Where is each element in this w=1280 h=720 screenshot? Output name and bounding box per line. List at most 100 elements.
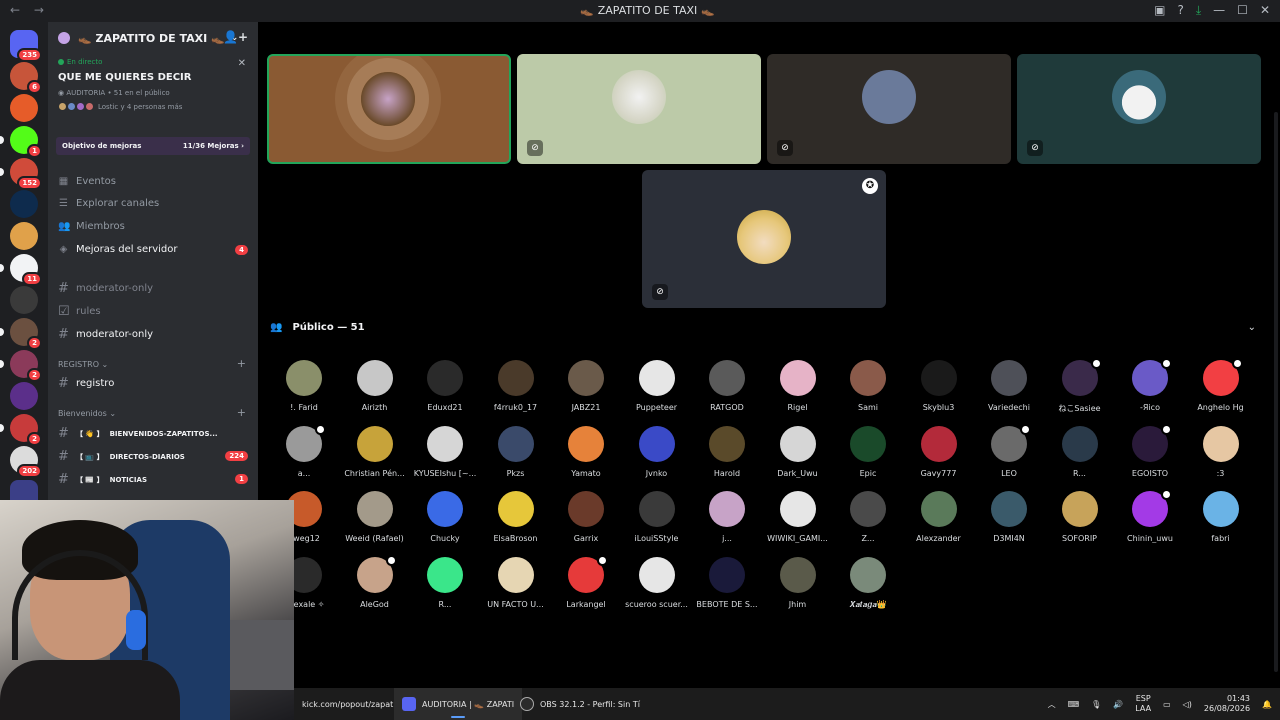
audience-member[interactable]: Yamato bbox=[550, 425, 622, 478]
audience-member[interactable]: SOFORIP bbox=[1044, 491, 1116, 543]
speaker-tile[interactable]: ⊘ bbox=[767, 54, 1011, 164]
server-icon-kick[interactable]: 1 bbox=[10, 126, 42, 158]
speaker-tile[interactable] bbox=[267, 54, 511, 164]
clock[interactable]: 01:43 26/08/2026 bbox=[1204, 694, 1250, 714]
server-icon-server-11[interactable]: 2 bbox=[10, 350, 42, 382]
server-icon-server-7[interactable] bbox=[10, 222, 38, 250]
audience-member[interactable]: Chinin_uwu bbox=[1114, 489, 1186, 543]
audience-member[interactable]: f4rruk0_17 bbox=[480, 360, 552, 412]
channel-moderator-only-2[interactable]: # moderator-only bbox=[58, 327, 153, 342]
live-stage-card[interactable]: En directo ✕ QUE ME QUIERES DECIR ◉ AUDI… bbox=[58, 58, 250, 111]
server-icon-server-13[interactable]: 2 bbox=[10, 414, 42, 446]
server-icon-server-12[interactable] bbox=[10, 382, 38, 410]
download-icon[interactable]: ⤓ bbox=[1196, 3, 1201, 18]
forward-icon[interactable]: → bbox=[34, 3, 44, 17]
audience-member[interactable]: D3MI4N bbox=[973, 491, 1045, 543]
audience-member[interactable]: a... bbox=[268, 423, 340, 478]
volume-icon[interactable]: 🔊 bbox=[1113, 700, 1123, 709]
audience-member[interactable]: -Яico bbox=[1114, 358, 1186, 412]
audience-member[interactable]: Rigel bbox=[762, 360, 834, 412]
server-icon-server-9[interactable] bbox=[10, 286, 38, 314]
audience-member[interactable]: AleGod bbox=[339, 554, 411, 609]
speaker-tile[interactable]: ⊘ bbox=[517, 54, 761, 164]
channel-bienvenidos[interactable]: # 【 👋 】 BIENVENIDOS-ZAPATITOS... bbox=[58, 426, 218, 441]
back-icon[interactable]: ← bbox=[10, 3, 20, 17]
audience-member[interactable]: !. Farid bbox=[268, 360, 340, 412]
speaker-tile-featured[interactable]: ✪ ⊘ bbox=[642, 170, 886, 308]
audience-member[interactable]: WIWIKI_GAMI... bbox=[762, 491, 834, 543]
scrollbar[interactable] bbox=[1274, 112, 1278, 672]
audience-member[interactable]: Garrix bbox=[550, 491, 622, 543]
invite-user-icon[interactable]: 👤+ bbox=[223, 30, 248, 44]
server-icon-server-8[interactable]: 11 bbox=[10, 254, 42, 286]
audience-member[interactable]: LEO bbox=[973, 423, 1045, 478]
audience-member[interactable]: Z... bbox=[832, 491, 904, 543]
audience-member[interactable]: Dark_Uwu bbox=[762, 425, 834, 478]
language-indicator[interactable]: ESP LAA bbox=[1135, 694, 1151, 714]
notifications-icon[interactable]: 🔔 bbox=[1262, 700, 1272, 709]
audience-member[interactable]: j... bbox=[691, 491, 763, 543]
audience-member[interactable]: ねこSasiee bbox=[1044, 358, 1116, 414]
audience-member[interactable]: Sami bbox=[832, 360, 904, 412]
audience-member[interactable]: KYUSEIshu [~... bbox=[409, 425, 481, 478]
network-icon[interactable]: ▭ bbox=[1163, 700, 1171, 709]
server-icon-server-5[interactable]: 152 bbox=[10, 158, 42, 190]
server-icon-discord-home[interactable]: 235 bbox=[10, 30, 42, 62]
audience-member[interactable]: Christian Pén... bbox=[339, 425, 411, 478]
close-icon[interactable]: ✕ bbox=[238, 58, 246, 69]
audience-member[interactable]: Jhim bbox=[762, 556, 834, 609]
boost-goal-bar[interactable]: Objetivo de mejoras 11/36 Mejoras › bbox=[56, 137, 250, 155]
help-icon[interactable]: ? bbox=[1177, 3, 1183, 18]
category-registro[interactable]: REGISTRO ⌄ bbox=[58, 360, 108, 369]
audience-member[interactable]: iLouiSStyle bbox=[621, 491, 693, 543]
category-bienvenidos[interactable]: Bienvenidos ⌄ bbox=[58, 409, 116, 418]
audience-member[interactable]: Chucky bbox=[409, 491, 481, 543]
audience-member[interactable]: Larkangel bbox=[550, 554, 622, 609]
audience-member[interactable]: Epic bbox=[832, 425, 904, 478]
audience-member[interactable]: Harold bbox=[691, 425, 763, 478]
taskbar-discord[interactable]: AUDITORIA | 👞 ZAPATI bbox=[394, 688, 523, 720]
server-icon-hp-esports[interactable] bbox=[10, 190, 38, 218]
audience-member[interactable]: fabri bbox=[1185, 491, 1257, 543]
add-channel-icon[interactable]: + bbox=[237, 357, 246, 370]
nav-events[interactable]: ▦ Eventos bbox=[58, 176, 116, 187]
audience-member[interactable]: BEBOTE DE S... bbox=[691, 556, 763, 609]
audience-member[interactable]: R... bbox=[409, 556, 481, 609]
close-window-icon[interactable]: ✕ bbox=[1260, 3, 1270, 18]
audience-member[interactable]: R... bbox=[1044, 425, 1116, 478]
audience-member[interactable]: Eduxd21 bbox=[409, 360, 481, 412]
server-header[interactable]: 👞 ZAPATITO DE TAXI 👞 ⌄ 👤+ bbox=[48, 22, 258, 54]
audience-member[interactable]: JABZ21 bbox=[550, 360, 622, 412]
server-icon-server-10[interactable]: 2 bbox=[10, 318, 42, 350]
chevron-down-icon[interactable]: ⌄ bbox=[1248, 322, 1256, 333]
channel-noticias[interactable]: # 【 📰 】 NOTICIAS bbox=[58, 472, 147, 487]
taskbar-obs[interactable]: OBS 32.1.2 - Perfil: Sin Tí bbox=[512, 688, 648, 720]
audience-member[interactable]: Puppeteer bbox=[621, 360, 693, 412]
audience-member[interactable]: Skyblu3 bbox=[903, 360, 975, 412]
audience-member[interactable]: Anghelo Hg bbox=[1185, 358, 1257, 412]
channel-moderator-only[interactable]: # moderator-only bbox=[58, 281, 153, 296]
audience-member[interactable]: :3 bbox=[1185, 425, 1257, 478]
speaker-tile[interactable]: ⊘ bbox=[1017, 54, 1261, 164]
audience-member[interactable]: Weeid (Rafael) bbox=[339, 491, 411, 543]
server-icon-server-2[interactable]: 6 bbox=[10, 62, 42, 94]
audience-member[interactable]: Gavy777 bbox=[903, 425, 975, 478]
server-icon-server-3[interactable] bbox=[10, 94, 38, 122]
maximize-icon[interactable]: ☐ bbox=[1237, 3, 1248, 18]
audience-member[interactable]: ElsaBroson bbox=[480, 491, 552, 543]
audience-member[interactable]: UN FACTO U... bbox=[480, 556, 552, 609]
audience-member[interactable]: scueroo scuer... bbox=[621, 556, 693, 609]
audience-member[interactable]: Pkzs bbox=[480, 425, 552, 478]
channel-registro[interactable]: # registro bbox=[58, 376, 114, 391]
audience-member[interactable]: EGOISTO bbox=[1114, 423, 1186, 478]
microphone-icon[interactable]: 🎙 bbox=[1091, 700, 1101, 709]
audience-member[interactable]: Variedechi bbox=[973, 360, 1045, 412]
audience-member[interactable]: RATGOD bbox=[691, 360, 763, 412]
audience-member[interactable]: Airizth bbox=[339, 360, 411, 412]
channel-rules[interactable]: ☑ rules bbox=[58, 304, 101, 319]
audience-member[interactable]: 𝑿𝒂𝒕𝒂𝒈𝒂👑 bbox=[832, 556, 904, 610]
nav-members[interactable]: 👥 Miembros bbox=[58, 221, 125, 232]
channel-directos-diarios[interactable]: # 【 📺 】 DIRECTOS-DIARIOS bbox=[58, 449, 185, 464]
nav-explore-channels[interactable]: ☰ Explorar canales bbox=[58, 198, 159, 209]
speaker-icon[interactable]: ◁) bbox=[1183, 700, 1192, 709]
